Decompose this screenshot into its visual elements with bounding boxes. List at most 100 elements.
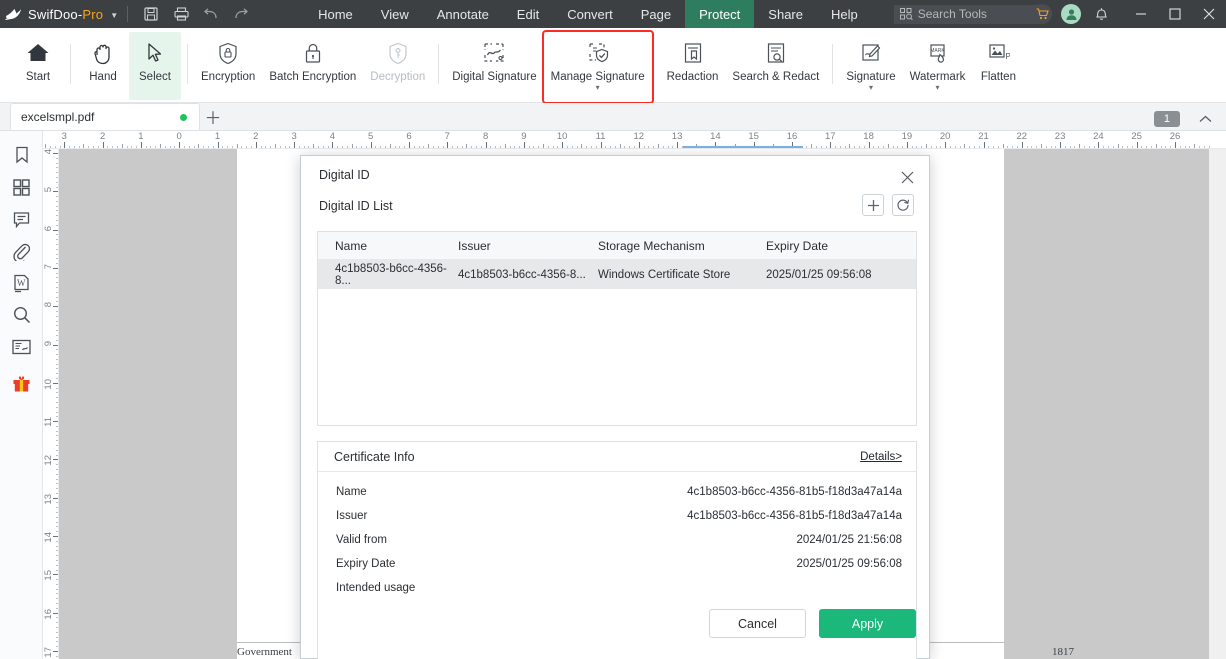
search-tools-input[interactable]: Search Tools <box>893 4 1039 24</box>
ribbon-signature-button[interactable]: Signature ▾ <box>839 32 902 98</box>
tab-page[interactable]: Page <box>627 0 685 28</box>
ruler-tick-label: 18 <box>863 131 874 142</box>
ruler-tick <box>140 142 142 148</box>
print-icon[interactable] <box>166 0 196 28</box>
signature-pen-icon <box>859 38 883 68</box>
cell-expiry: 2025/01/25 09:56:08 <box>766 268 872 281</box>
maximize-icon[interactable] <box>1158 0 1192 28</box>
document-tab-strip: excelsmpl.pdf ＋ 1 <box>0 103 1226 131</box>
rail-thumbnails[interactable] <box>0 171 43 203</box>
ribbon-digital-signature-button[interactable]: Digital Signature <box>445 32 543 98</box>
ribbon-start-button[interactable]: Start <box>12 32 64 98</box>
ruler-tick <box>217 142 219 148</box>
ribbon-decryption-button[interactable]: Decryption <box>363 32 432 98</box>
chevron-down-icon[interactable]: ▼ <box>110 11 118 20</box>
ruler-tick <box>64 142 66 148</box>
ruler-tick-label: 7 <box>444 131 450 142</box>
tab-convert[interactable]: Convert <box>553 0 627 28</box>
app-brand: SwifDoo-Pro <box>28 7 103 22</box>
rail-gift[interactable] <box>0 367 43 399</box>
ruler-tick-label: 3 <box>291 131 297 142</box>
field-label: Name <box>336 486 367 498</box>
apply-button[interactable]: Apply <box>819 609 916 638</box>
minimize-icon[interactable] <box>1124 0 1158 28</box>
ruler-tick <box>523 142 525 148</box>
digital-signature-icon <box>482 38 506 68</box>
ribbon-flatten-label: Flatten <box>980 71 1016 83</box>
ruler-tick-label: 12 <box>43 455 54 466</box>
ribbon-watermark-label: Watermark <box>909 71 966 83</box>
close-icon[interactable] <box>1192 0 1226 28</box>
horizontal-ruler[interactable]: 4321012345678910111213141516171819202122… <box>43 131 1226 149</box>
page-number-badge[interactable]: 1 <box>1153 111 1180 127</box>
refresh-digital-id-button[interactable] <box>892 194 914 216</box>
tab-help[interactable]: Help <box>817 0 872 28</box>
account-icon[interactable] <box>1061 4 1081 24</box>
rail-attachments[interactable] <box>0 235 43 267</box>
ribbon-hand-label: Hand <box>89 71 117 83</box>
field-value: 4c1b8503-b6cc-4356-81b5-f18d3a47a14a <box>687 486 902 498</box>
ruler-tick-label: 1 <box>138 131 144 142</box>
chevron-down-icon[interactable]: ▾ <box>869 84 873 92</box>
word-convert-icon: W <box>14 274 29 292</box>
bell-icon[interactable] <box>1090 0 1112 28</box>
tab-protect[interactable]: Protect <box>685 0 755 28</box>
title-bar: SwifDoo-Pro ▼ Home View Annotate Edit Co… <box>0 0 1226 28</box>
ruler-tick-label: 15 <box>748 131 759 142</box>
rail-bookmarks[interactable] <box>0 139 43 171</box>
chevron-down-icon[interactable]: ▾ <box>935 84 939 92</box>
svg-text:P: P <box>1006 52 1011 61</box>
tab-edit[interactable]: Edit <box>503 0 553 28</box>
ribbon-manage-signature-button[interactable]: Manage Signature ▾ <box>541 30 654 104</box>
field-label: Issuer <box>336 510 368 522</box>
watermark-icon: MARK <box>926 38 950 68</box>
table-row[interactable]: 4c1b8503-b6cc-4356-8... 4c1b8503-b6cc-43… <box>318 260 916 289</box>
document-tab-excelsmpl[interactable]: excelsmpl.pdf <box>10 103 200 130</box>
chevron-down-icon[interactable]: ▾ <box>596 84 600 92</box>
page-gray-margin-left <box>59 149 237 659</box>
field-value: 2025/01/25 09:56:08 <box>796 558 902 570</box>
ribbon-watermark-button[interactable]: MARK Watermark ▾ <box>903 32 973 98</box>
rail-comments[interactable] <box>0 203 43 235</box>
ribbon-encryption-button[interactable]: Encryption <box>194 32 262 98</box>
field-value: 2024/01/25 21:56:08 <box>796 534 902 546</box>
column-header-issuer: Issuer <box>458 238 491 253</box>
chevron-up-icon[interactable] <box>1199 112 1212 126</box>
ribbon-search-redact-button[interactable]: Search & Redact <box>725 32 826 98</box>
undo-icon[interactable] <box>196 0 226 28</box>
redo-icon[interactable] <box>226 0 256 28</box>
rail-convert-to-word[interactable]: W <box>0 267 43 299</box>
rail-signature-fields[interactable] <box>0 331 43 363</box>
ruler-tick-label: 26 <box>1169 131 1181 142</box>
save-icon[interactable] <box>136 0 166 28</box>
ruler-tick-label: 13 <box>43 493 54 505</box>
vertical-ruler[interactable]: 4 5 6 7 8 9 10 11 12 13 14 15 16 17 <box>43 149 59 659</box>
rail-search[interactable] <box>0 299 43 331</box>
new-tab-button[interactable]: ＋ <box>200 103 226 130</box>
page-gray-margin-right <box>1004 149 1209 659</box>
tab-share[interactable]: Share <box>754 0 817 28</box>
cancel-button[interactable]: Cancel <box>709 609 806 638</box>
tab-view[interactable]: View <box>367 0 423 28</box>
ribbon-redaction-button[interactable]: Redaction <box>660 32 726 98</box>
certificate-details-link[interactable]: Details> <box>860 451 902 463</box>
ribbon-batch-encryption-label: Batch Encryption <box>269 71 357 83</box>
tab-annotate[interactable]: Annotate <box>423 0 503 28</box>
field-label: Intended usage <box>336 582 416 594</box>
dialog-close-button[interactable] <box>895 167 919 187</box>
ribbon-tabs: Home View Annotate Edit Convert Page Pro… <box>304 0 872 28</box>
ruler-tick-label: 16 <box>43 608 54 620</box>
ruler-tick-label: 10 <box>556 131 568 142</box>
cart-icon[interactable] <box>1032 4 1052 24</box>
add-digital-id-button[interactable] <box>862 194 884 216</box>
ribbon-batch-encryption-button[interactable]: Batch Encryption <box>262 32 363 98</box>
ruler-tick <box>1060 142 1062 148</box>
field-label: Valid from <box>336 534 387 546</box>
ribbon-hand-button[interactable]: Hand <box>77 32 129 98</box>
tab-home[interactable]: Home <box>304 0 367 28</box>
window-controls-area <box>1032 0 1226 28</box>
ruler-tick-label: 25 <box>1131 131 1142 142</box>
digital-id-list-box[interactable]: Name Issuer Storage Mechanism Expiry Dat… <box>317 231 917 426</box>
ribbon-select-button[interactable]: Select <box>129 32 181 100</box>
ribbon-flatten-button[interactable]: P Flatten <box>972 32 1024 98</box>
